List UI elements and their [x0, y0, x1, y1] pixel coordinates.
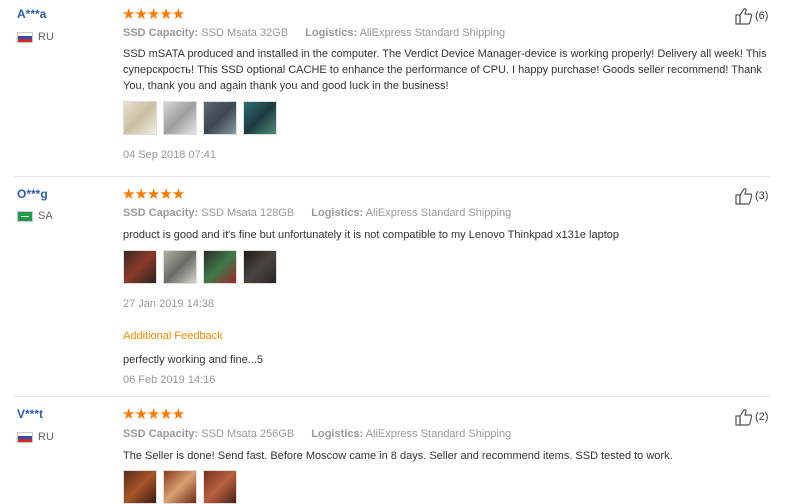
attr-label: Logistics: — [305, 27, 358, 39]
thumbs-up-icon — [735, 409, 753, 426]
review-photo-thumbnail[interactable] — [123, 101, 157, 135]
star-rating: ★★★★★ — [122, 186, 185, 203]
review-text: product is good and it's fine but unfort… — [123, 229, 619, 241]
thumbs-up-icon — [735, 8, 753, 25]
attr-label: SSD Capacity: — [123, 207, 199, 219]
helpful-count: (3) — [755, 190, 769, 202]
helpful-button[interactable]: (3) — [735, 187, 768, 205]
review-attributes: SSD Capacity: SSD Msata 256GB Logistics:… — [123, 428, 511, 440]
divider — [14, 176, 770, 177]
russia-flag-icon — [17, 31, 33, 43]
review-photo-thumbnail[interactable] — [123, 470, 157, 504]
reviewer-name: O***g — [17, 187, 48, 201]
attr-value: SSD Msata 128GB — [201, 207, 295, 219]
reviewer-name: A***a — [17, 7, 47, 21]
star-rating: ★★★★★ — [122, 406, 185, 423]
review-photo-thumbnail[interactable] — [163, 250, 197, 284]
attr-value: SSD Msata 256GB — [201, 428, 295, 440]
country-code: RU — [38, 31, 54, 43]
star-rating: ★★★★★ — [122, 6, 185, 23]
additional-feedback-date: 06 Feb 2019 14:16 — [123, 374, 216, 386]
helpful-count: (6) — [755, 10, 769, 22]
country-code: SA — [38, 210, 53, 222]
review-photo-thumbnail[interactable] — [203, 470, 237, 504]
helpful-button[interactable]: (6) — [735, 7, 768, 25]
review-photo-thumbnail[interactable] — [123, 250, 157, 284]
attr-label: SSD Capacity: — [123, 27, 199, 39]
attr-value: AliExpress Standard Shipping — [359, 27, 506, 39]
review-photo-thumbnail[interactable] — [163, 101, 197, 135]
review-date: 04 Sep 2018 07:41 — [123, 149, 216, 161]
attr-label: SSD Capacity: — [123, 428, 199, 440]
reviewer-name: V***t — [17, 407, 44, 421]
review-photo-thumbnail[interactable] — [243, 101, 277, 135]
additional-feedback-text: perfectly working and fine...5 — [123, 354, 264, 366]
review-text: SSD mSATA produced and installed in the … — [123, 48, 767, 92]
country-code: RU — [38, 431, 54, 443]
attr-value: AliExpress Standard Shipping — [365, 207, 512, 219]
review-attributes: SSD Capacity: SSD Msata 32GB Logistics: … — [123, 27, 505, 39]
review-photo-thumbnail[interactable] — [163, 470, 197, 504]
review-photo-thumbnail[interactable] — [203, 250, 237, 284]
attr-label: Logistics: — [311, 207, 364, 219]
review-photo-thumbnail[interactable] — [243, 250, 277, 284]
review-photos — [123, 470, 237, 504]
helpful-button[interactable]: (2) — [735, 408, 768, 426]
review-text: The Seller is done! Send fast. Before Mo… — [123, 450, 673, 462]
attr-label: Logistics: — [311, 428, 364, 440]
saudi-arabia-flag-icon — [17, 210, 33, 222]
reviewer-country: RU — [17, 431, 54, 443]
attr-value: AliExpress Standard Shipping — [365, 428, 512, 440]
review-photo-thumbnail[interactable] — [203, 101, 237, 135]
additional-feedback-label: Additional Feedback — [123, 330, 223, 342]
divider — [14, 396, 770, 397]
helpful-count: (2) — [755, 411, 769, 423]
review-photos — [123, 250, 277, 284]
thumbs-up-icon — [735, 188, 753, 205]
reviewer-country: SA — [17, 210, 53, 222]
russia-flag-icon — [17, 431, 33, 443]
review-attributes: SSD Capacity: SSD Msata 128GB Logistics:… — [123, 207, 511, 219]
reviewer-country: RU — [17, 31, 54, 43]
review-date: 27 Jan 2019 14:38 — [123, 298, 215, 310]
review-photos — [123, 101, 277, 135]
attr-value: SSD Msata 32GB — [201, 27, 289, 39]
